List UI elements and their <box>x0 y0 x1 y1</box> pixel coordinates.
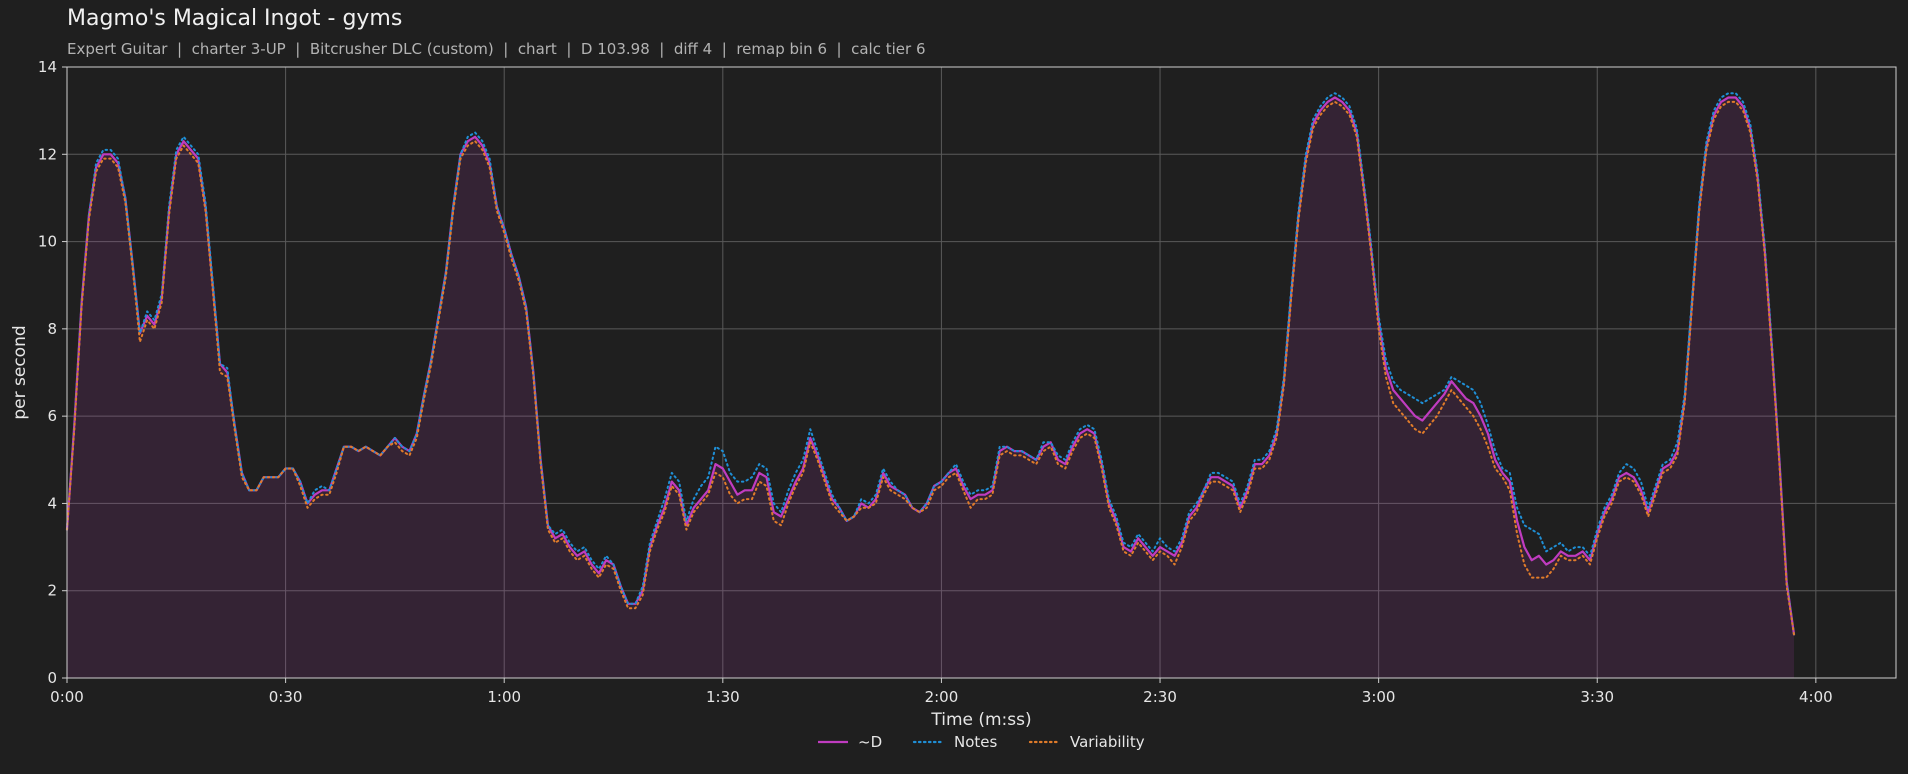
y-tick-label: 2 <box>47 582 57 600</box>
area-fill-d <box>67 97 1794 678</box>
x-tick-label: 3:00 <box>1362 688 1396 706</box>
x-axis-label: Time (m:ss) <box>930 710 1031 730</box>
chart-svg: 0 2 4 6 8 10 12 14 0:00 0:30 1:00 1:30 2:00 2:30 3:00 3… <box>10 58 1897 751</box>
x-tick-label: 1:30 <box>706 688 740 706</box>
legend-label: Notes <box>954 733 998 751</box>
y-tick-label: 0 <box>47 669 57 687</box>
y-tick-label: 6 <box>47 407 57 425</box>
x-tick-label: 3:30 <box>1580 688 1614 706</box>
y-tick-label: 8 <box>47 320 57 338</box>
x-tick-label: 4:00 <box>1799 688 1833 706</box>
x-tick-label: 2:00 <box>925 688 959 706</box>
legend-label: Variability <box>1070 733 1145 751</box>
x-tick-label: 0:00 <box>50 688 84 706</box>
legend-label: ~D <box>858 733 882 751</box>
legend: ~D Notes Variability <box>818 733 1145 751</box>
fill-layer <box>67 97 1794 678</box>
y-axis-label: per second <box>10 325 30 419</box>
y-tick-label: 12 <box>38 145 57 163</box>
chart-root: Magmo's Magical Ingot - gyms Expert Guit… <box>0 0 1908 774</box>
y-tick-label: 10 <box>38 233 57 251</box>
y-tick-label: 4 <box>47 494 57 512</box>
x-tick-label: 1:00 <box>487 688 521 706</box>
y-tick-label: 14 <box>38 58 57 76</box>
x-tick-label: 2:30 <box>1143 688 1177 706</box>
x-tick-label: 0:30 <box>269 688 303 706</box>
